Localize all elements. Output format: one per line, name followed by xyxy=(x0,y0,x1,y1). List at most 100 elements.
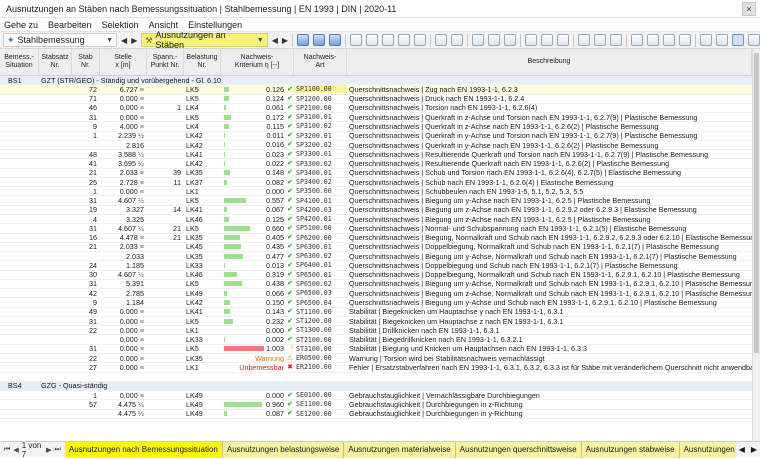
table-row[interactable]: 422.785LK490.066✔SP6500.03Querschnittsna… xyxy=(0,289,752,298)
table-row[interactable]: 413.695 ½LK420.022✔SP3300.02Querschnitts… xyxy=(0,159,752,168)
module-dropdown[interactable]: ✦ Stahlbemessung ▼ xyxy=(3,33,117,47)
toolbar-button-icon[interactable] xyxy=(435,34,447,46)
view-dropdown[interactable]: ⚒ Ausnutzungen an Stäben ▼ xyxy=(141,33,267,47)
prev-page-icon[interactable]: ◀ xyxy=(13,446,18,454)
toolbar-button-icon[interactable] xyxy=(748,34,760,46)
toolbar-button-icon[interactable] xyxy=(398,34,410,46)
table-row[interactable]: 220.000 ≡LK10.000✔ST1300.00Stabilität | … xyxy=(0,326,752,335)
column-header[interactable]: Nachweis- Kriterium η [--] xyxy=(221,49,294,75)
table-row[interactable]: 4.475 ½LK490.087✔SE1200.00Gebrauchstaugl… xyxy=(0,410,752,419)
table-row[interactable]: 241.185LK330.013✔SP6400.01Querschnittsna… xyxy=(0,261,752,270)
next-module-icon[interactable]: ▶ xyxy=(131,36,137,45)
table-row[interactable]: 212.033 ≡39LK350.148✔SP3400.01Querschnit… xyxy=(0,169,752,178)
table-row[interactable]: 726.727 ≡LK50.126✔SP1100.00Querschnittsn… xyxy=(0,85,752,94)
next-page-icon[interactable]: ▶ xyxy=(46,446,51,454)
design-situation-row[interactable]: BS4GZG - Quasi-ständig xyxy=(0,382,752,391)
toolbar-button-icon[interactable] xyxy=(541,34,553,46)
column-header[interactable]: Stelle x [m] xyxy=(100,49,147,75)
column-header[interactable]: Bemess.- Situation xyxy=(0,49,39,75)
toolbar-button-icon[interactable] xyxy=(313,34,325,46)
toolbar-button-icon[interactable] xyxy=(557,34,569,46)
prev-module-icon[interactable]: ◀ xyxy=(121,36,127,45)
result-tab[interactable]: Ausnutzungen belastungsweise xyxy=(223,442,345,458)
toolbar-button-icon[interactable] xyxy=(329,34,341,46)
tab-scroll-right-icon[interactable]: ▶ xyxy=(748,445,760,454)
column-header[interactable]: Stab Nr. xyxy=(72,49,100,75)
menu-item[interactable]: Bearbeiten xyxy=(48,20,92,30)
table-row[interactable]: 483.588 ½LK410.023✔SP3300.01Querschnitts… xyxy=(0,150,752,159)
table-row[interactable]: 10.000 ≡LK10.000✔SP3500.00Querschnittsna… xyxy=(0,187,752,196)
toolbar-button-icon[interactable] xyxy=(716,34,728,46)
table-row[interactable]: 315.391LK50.438✔SP6500.02Querschnittsnac… xyxy=(0,280,752,289)
table-row[interactable]: 193.32714LK410.067✔SP4200.03Querschnitts… xyxy=(0,206,752,215)
menu-item[interactable]: Einstellungen xyxy=(188,20,242,30)
design-situation-row[interactable]: BS1GZT (STR/GEO) - Ständig und vorüberge… xyxy=(0,76,752,85)
table-row[interactable]: 94.000 ≡LK40.115✔SP3100.02Querschnittsna… xyxy=(0,122,752,131)
toolbar-button-icon[interactable] xyxy=(366,34,378,46)
table-row[interactable]: 314.607 ½LK50.557✔SP4100.01Querschnittsn… xyxy=(0,196,752,205)
table-row[interactable]: 270.000 ≡LK1Unbemessbar✖ER2100.00Fehler … xyxy=(0,363,752,372)
column-header[interactable]: Beschreibung xyxy=(347,49,752,75)
menu-item[interactable]: Gehe zu xyxy=(4,20,38,30)
scrollbar-thumb[interactable] xyxy=(754,53,759,353)
result-tab[interactable]: Ausnutzungen stabweise xyxy=(582,442,680,458)
table-row[interactable]: 10.000 ≡LK490.000✔SE0100.00Gebrauchstaug… xyxy=(0,391,752,400)
vertical-scrollbar[interactable] xyxy=(752,49,760,441)
table-row[interactable]: 12.239 ½LK420.011✔SP3200.01Querschnittsn… xyxy=(0,132,752,141)
column-header[interactable]: Spann.- Punkt Nr. xyxy=(147,49,184,75)
toolbar-button-icon[interactable] xyxy=(700,34,712,46)
table-row[interactable]: 310.000 ≡LK51.003!ST3100.00Stabilität | … xyxy=(0,345,752,354)
toolbar-button-icon[interactable] xyxy=(350,34,362,46)
table-row[interactable]: 220.000 ≡LK35Warnung⚠ER0500.00Warnung | … xyxy=(0,354,752,363)
table-row[interactable]: 710.000 ≡LK50.124✔SP1200.00Querschnittsn… xyxy=(0,95,752,104)
tab-scroll-left-icon[interactable]: ◀ xyxy=(736,445,748,454)
table-row[interactable]: 2.816LK420.016✔SP3200.02Querschnittsnach… xyxy=(0,141,752,150)
table-row[interactable]: 2.033LK350.477✔SP6300.02Querschnittsnach… xyxy=(0,252,752,261)
toolbar-button-icon[interactable] xyxy=(610,34,622,46)
table-row[interactable]: 310.000 ≡LK50.172✔SP3100.01Querschnittsn… xyxy=(0,113,752,122)
table-row[interactable]: 212.033 ≡LK450.435✔SP6300.01Querschnitts… xyxy=(0,243,752,252)
table-row[interactable]: 0.000 ≡LK330.002✔ST2100.00Stabilität | B… xyxy=(0,335,752,344)
toolbar-button-icon[interactable] xyxy=(414,34,426,46)
toolbar-button-icon[interactable] xyxy=(732,34,744,46)
menu-item[interactable]: Ansicht xyxy=(149,20,179,30)
column-header[interactable]: Nachweis- Art xyxy=(294,49,347,75)
result-tab[interactable]: Ausnutzungen nach Bemessungssituation xyxy=(65,442,223,458)
toolbar-button-icon[interactable] xyxy=(578,34,590,46)
table-row[interactable]: 252.728 ≡11LK370.082✔SP3400.02Querschnit… xyxy=(0,178,752,187)
toolbar-button-icon[interactable] xyxy=(663,34,675,46)
table-row[interactable]: 43.325LK460.125✔SP4200.01Querschnittsnac… xyxy=(0,215,752,224)
toolbar-button-icon[interactable] xyxy=(504,34,516,46)
last-page-icon[interactable]: ⏭ xyxy=(55,446,61,454)
table-row[interactable]: 310.000 ≡LK50.232✔ST1200.00Stabilität | … xyxy=(0,317,752,326)
toolbar-button-icon[interactable] xyxy=(297,34,309,46)
toolbar-button-icon[interactable] xyxy=(594,34,606,46)
table-row[interactable]: 91.184LK420.150✔SP6500.04Querschnittsnac… xyxy=(0,298,752,307)
result-tab[interactable]: Ausnutzungen stabsatzweise xyxy=(680,442,736,458)
toolbar-button-icon[interactable] xyxy=(679,34,691,46)
toolbar-button-icon[interactable] xyxy=(488,34,500,46)
toolbar-button-icon[interactable] xyxy=(647,34,659,46)
table-row[interactable]: 164.478 ≡21LK350.405✔SP6200.00Querschnit… xyxy=(0,234,752,243)
toolbar-button-icon[interactable] xyxy=(631,34,643,46)
next-view-icon[interactable]: ▶ xyxy=(282,36,288,45)
toolbar-button-icon[interactable] xyxy=(382,34,394,46)
close-icon[interactable]: × xyxy=(742,2,756,16)
table-row[interactable]: 490.000 ≡LK410.143✔ST1100.00Stabilität |… xyxy=(0,308,752,317)
first-page-icon[interactable]: ⏮ xyxy=(4,446,10,454)
column-header[interactable]: Belastung Nr. xyxy=(184,49,221,75)
menu-item[interactable]: Selektion xyxy=(102,20,139,30)
toolbar-button-icon[interactable] xyxy=(472,34,484,46)
toolbar-button-icon[interactable] xyxy=(525,34,537,46)
table-row[interactable]: 304.607 ½LK460.319✔SP6500.01Querschnitts… xyxy=(0,271,752,280)
table-row[interactable]: 314.607 ½21LK50.660✔SP5100.00Querschnitt… xyxy=(0,224,752,233)
table-row[interactable]: 460.000 ≡1LK40.061✔SP2100.00Querschnitts… xyxy=(0,104,752,113)
design-ratio-cell: 0.000✔ xyxy=(221,327,294,334)
result-tab[interactable]: Ausnutzungen materialweise xyxy=(344,442,455,458)
result-tab[interactable]: Ausnutzungen querschnittsweise xyxy=(456,442,582,458)
toolbar-button-icon[interactable] xyxy=(451,34,463,46)
prev-view-icon[interactable]: ◀ xyxy=(272,36,278,45)
module-label: Stahlbemessung xyxy=(18,35,85,45)
table-row[interactable]: 574.475 ½LK490.960✔SE1100.00Gebrauchstau… xyxy=(0,400,752,409)
column-header[interactable]: Stabsatz Nr. xyxy=(39,49,72,75)
